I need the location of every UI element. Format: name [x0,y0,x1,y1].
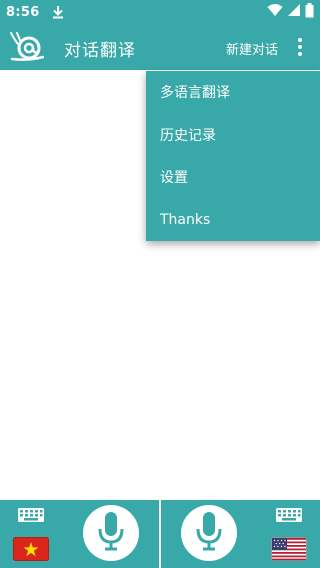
signal-icon [287,3,301,21]
battery-icon [305,2,314,22]
vietnam-flag-icon[interactable] [13,537,49,561]
status-bar: 8:56 [0,0,320,24]
left-mic-button[interactable] [83,505,139,561]
status-time: 8:56 [6,4,40,20]
divider [159,500,161,568]
new-chat-button[interactable]: 新建对话 [226,39,278,58]
conversation-area [0,70,320,500]
mic-icon [195,511,223,555]
snail-logo-icon [8,30,45,62]
bottom-bar [0,500,320,568]
keyboard-icon[interactable] [275,507,303,523]
more-vert-icon[interactable] [292,34,308,60]
app-bar: 对话翻译 新建对话 [0,24,320,70]
mic-icon [97,511,125,555]
wifi-icon [267,3,283,21]
keyboard-icon[interactable] [17,507,45,523]
app-title: 对话翻译 [64,41,136,61]
usa-flag-icon[interactable] [271,537,307,561]
download-icon [52,5,64,19]
right-mic-button[interactable] [181,505,237,561]
